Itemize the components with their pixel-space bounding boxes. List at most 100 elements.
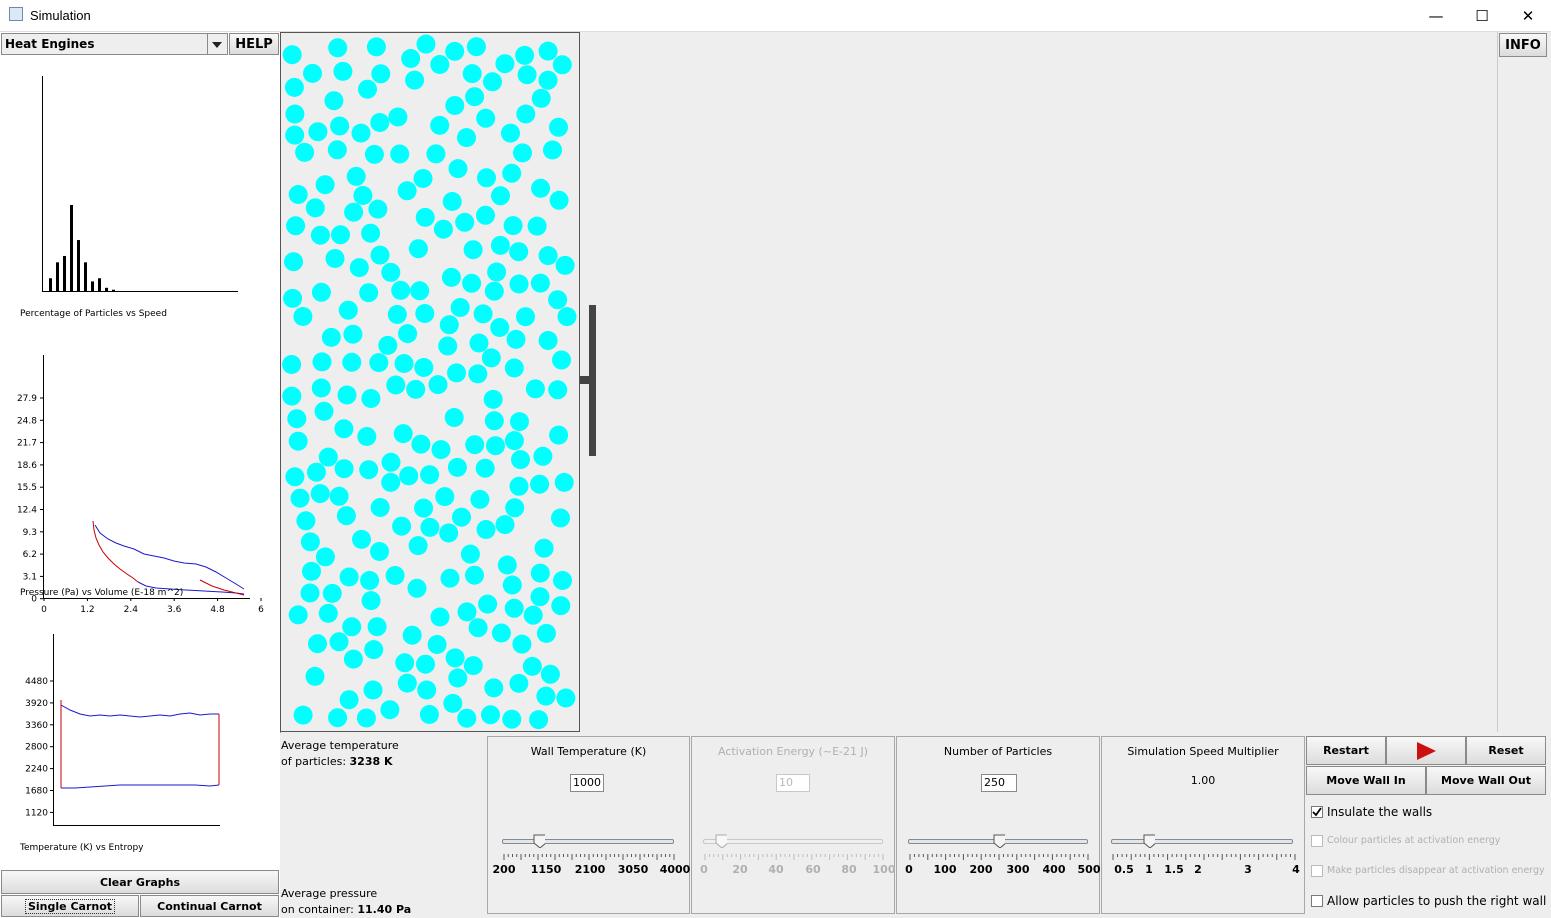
particle: [287, 409, 307, 429]
ts-y-tick: 2240: [25, 765, 48, 775]
minimize-button[interactable]: —: [1413, 0, 1459, 31]
wall-temp-tick-4: 4000: [659, 863, 691, 876]
particle: [311, 378, 331, 398]
particle: [380, 700, 400, 720]
activation-tick-2: 40: [768, 863, 784, 876]
move-wall-in-button[interactable]: Move Wall In: [1306, 766, 1426, 795]
wall-temp-tick-1: 1150: [530, 863, 562, 876]
pv-x-tick: 6: [258, 605, 264, 612]
particle: [286, 216, 306, 236]
close-button[interactable]: ✕: [1505, 0, 1551, 31]
histogram-bar: [77, 240, 80, 291]
speed-multiplier-slider-track[interactable]: [1111, 839, 1293, 844]
activation-energy-slider-thumb[interactable]: [715, 834, 727, 848]
particle-count-field[interactable]: 250: [981, 774, 1017, 792]
particle: [430, 115, 450, 135]
clear-graphs-button[interactable]: Clear Graphs: [1, 870, 279, 894]
pv-x-tick: 0: [41, 605, 47, 612]
particle: [531, 178, 551, 198]
particle: [327, 140, 347, 160]
pv-compression-curve: [94, 524, 245, 590]
particle: [368, 199, 388, 219]
wall-temp-tick-0: 200: [492, 863, 516, 876]
particle: [515, 45, 535, 65]
activation-energy-field[interactable]: 10: [776, 774, 810, 792]
continual-carnot-button[interactable]: Continual Carnot: [140, 895, 279, 917]
empty-sim-space: [581, 32, 1498, 732]
activation-energy-slider-track[interactable]: [703, 839, 883, 844]
particle: [395, 653, 415, 673]
disappear-activation-checkbox[interactable]: [1311, 865, 1323, 877]
particle: [504, 598, 524, 618]
ts-hot-isotherm: [60, 704, 219, 718]
java-app-icon: [9, 7, 23, 21]
particle: [324, 91, 344, 111]
particle: [285, 467, 305, 487]
particle: [538, 41, 558, 61]
particle: [385, 566, 405, 585]
particle: [468, 618, 488, 638]
chevron-down-icon[interactable]: [207, 34, 227, 54]
colour-activation-label: Colour particles at activation energy: [1327, 835, 1501, 846]
particle: [438, 336, 458, 356]
particle: [430, 55, 450, 74]
particle: [402, 625, 422, 645]
wall-temperature-slider-thumb[interactable]: [533, 834, 545, 848]
info-button[interactable]: INFO: [1499, 33, 1547, 57]
particle: [447, 363, 466, 383]
colour-activation-checkbox[interactable]: [1311, 835, 1323, 847]
play-button[interactable]: [1386, 736, 1466, 765]
speed-multiplier-slider-thumb[interactable]: [1143, 834, 1155, 848]
particle: [308, 122, 328, 142]
wall-temperature-field[interactable]: 1000: [570, 774, 604, 792]
particle: [394, 354, 414, 373]
particle: [366, 37, 386, 57]
speed-tick-0: 0.5: [1114, 863, 1134, 876]
move-wall-out-button[interactable]: Move Wall Out: [1426, 766, 1546, 795]
push-right-wall-checkbox[interactable]: [1311, 895, 1323, 907]
maximize-button[interactable]: ☐: [1459, 0, 1505, 31]
speed-multiplier-value: 1.00: [1190, 774, 1216, 787]
ts-y-tick: 3920: [25, 699, 48, 709]
particle: [306, 462, 326, 482]
reset-button[interactable]: Reset: [1466, 736, 1546, 765]
histogram-bar: [63, 255, 66, 291]
particles-tick-0: 0: [905, 863, 913, 876]
movable-wall-piston[interactable]: [589, 305, 596, 456]
restart-button[interactable]: Restart: [1306, 736, 1386, 765]
particle: [510, 412, 529, 432]
particle: [439, 523, 459, 543]
particle: [503, 216, 523, 236]
particle: [420, 465, 440, 485]
avg-pressure-value: 11.40 Pa: [357, 903, 412, 916]
speed-tick-3: 2: [1194, 863, 1202, 876]
particle: [401, 49, 421, 68]
pv-graph-caption: Pressure (Pa) vs Volume (E-18 m^2): [20, 588, 184, 598]
particle: [410, 281, 430, 301]
single-carnot-button[interactable]: Single Carnot: [1, 895, 139, 917]
particle: [502, 163, 522, 183]
particle: [295, 142, 315, 162]
particle: [314, 401, 334, 421]
particle: [305, 198, 325, 218]
particle: [481, 705, 500, 725]
particle: [322, 583, 342, 603]
preset-dropdown[interactable]: Heat Engines: [1, 33, 228, 55]
wall-temperature-slider-track[interactable]: [502, 839, 674, 844]
particle: [505, 498, 525, 518]
insulate-walls-checkbox[interactable]: [1311, 806, 1323, 818]
stats-pane: Average temperature of particles: 3238 K…: [280, 733, 486, 918]
particle: [442, 192, 462, 211]
particle-count-slider-thumb[interactable]: [993, 834, 1005, 848]
particle: [484, 678, 504, 698]
particle: [511, 450, 530, 470]
particle: [530, 474, 550, 494]
particle: [318, 447, 338, 467]
particle: [495, 515, 515, 535]
speed-tick-2: 1.5: [1164, 863, 1184, 876]
help-button[interactable]: HELP: [229, 33, 279, 55]
particle: [349, 258, 369, 278]
particle: [321, 327, 341, 347]
activation-tick-0: 0: [700, 863, 708, 876]
push-right-wall-label: Allow particles to push the right wall: [1327, 894, 1547, 908]
